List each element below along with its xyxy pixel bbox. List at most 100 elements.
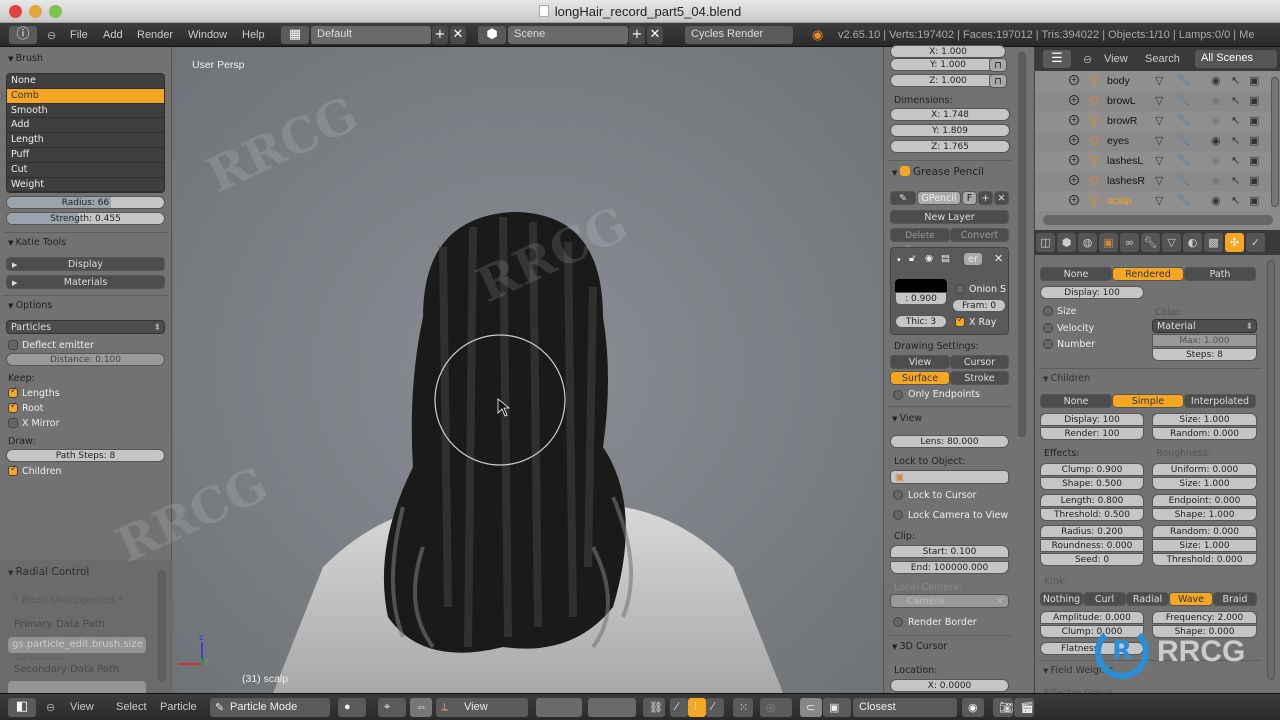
outliner-row-scalp[interactable]: + ▽ scalp ▽ 🔧︎ ◉ ↖ ▣ bbox=[1035, 191, 1271, 211]
expand-icon[interactable]: + bbox=[1069, 195, 1079, 205]
layer-name-field[interactable]: er bbox=[963, 252, 983, 266]
particles-tab-icon[interactable]: ✣ bbox=[1225, 233, 1244, 252]
brush-item-weight[interactable]: Weight bbox=[7, 178, 164, 193]
outliner-row-browR[interactable]: + ▽ browR ▽ 🔧︎ ◉ ↖ ▣ bbox=[1035, 111, 1271, 131]
children-checkbox[interactable] bbox=[8, 464, 18, 476]
info-editor-type-button[interactable]: ⓘ bbox=[9, 26, 37, 44]
distance-slider[interactable]: Distance: 0.100 bbox=[6, 353, 165, 366]
expand-icon[interactable]: + bbox=[1069, 135, 1079, 145]
lock-scale-y-icon[interactable]: ⊓ bbox=[989, 58, 1007, 72]
lengths-checkbox[interactable] bbox=[8, 386, 18, 398]
outliner-item-name[interactable]: browR bbox=[1107, 115, 1137, 127]
random-field[interactable]: Random: 0.000 bbox=[1152, 525, 1257, 538]
properties-scrollbar[interactable] bbox=[1267, 260, 1275, 680]
render-opengl-icon[interactable]: 📷︎ bbox=[993, 698, 1013, 717]
children-render-field[interactable]: Render: 100 bbox=[1040, 427, 1144, 440]
draw-mode-view[interactable]: View bbox=[890, 355, 950, 369]
modifier-icon[interactable]: 🔧︎ bbox=[1177, 114, 1191, 127]
object-tab-icon[interactable]: ▣ bbox=[1099, 233, 1118, 252]
endpoint-shape-field[interactable]: Shape: 1.000 bbox=[1152, 508, 1257, 521]
path-display-slider[interactable]: Display: 100 bbox=[1040, 286, 1144, 299]
renderable-camera-icon[interactable]: ▣ bbox=[1249, 194, 1259, 207]
grease-pencil-header[interactable]: ▼ Grease Pencil bbox=[892, 166, 984, 178]
material-tab-icon[interactable]: ◐ bbox=[1183, 233, 1202, 252]
editor-type-icon[interactable]: ◧ bbox=[8, 698, 36, 717]
outliner-item-name[interactable]: body bbox=[1107, 75, 1130, 87]
renderable-camera-icon[interactable]: ▣ bbox=[1249, 114, 1259, 127]
add-scene-button[interactable]: + bbox=[629, 26, 645, 44]
outliner-item-name[interactable]: lashesL bbox=[1107, 155, 1143, 167]
frequency-field[interactable]: Frequency: 2.000 bbox=[1152, 611, 1257, 624]
number-toggle[interactable] bbox=[1043, 339, 1053, 349]
kink-braid[interactable]: Braid bbox=[1213, 592, 1257, 606]
visibility-eye-icon[interactable]: ◉ bbox=[1211, 194, 1221, 207]
children-random-field[interactable]: Random: 0.000 bbox=[1152, 427, 1257, 440]
screen-layout-field[interactable]: Default bbox=[311, 26, 431, 44]
redo-scrollbar[interactable] bbox=[158, 570, 166, 682]
mesh-data-icon[interactable]: ▽ bbox=[1155, 134, 1163, 147]
outliner-menu-search[interactable]: Search bbox=[1145, 53, 1180, 65]
cursor-x-field[interactable]: X: 0.0000 bbox=[890, 679, 1009, 692]
brush-panel-header[interactable]: Brush bbox=[8, 53, 43, 64]
constraints-tab-icon[interactable]: ∞ bbox=[1120, 233, 1139, 252]
modifier-icon[interactable]: 🔧︎ bbox=[1177, 134, 1191, 147]
outliner-item-name[interactable]: browL bbox=[1107, 95, 1136, 107]
select-point-icon[interactable]: ⁞ bbox=[688, 698, 706, 717]
scene-icon[interactable]: ⬢ bbox=[478, 26, 506, 44]
edit-mode-dropdown[interactable]: Particles bbox=[6, 320, 165, 335]
brush-item-length[interactable]: Length bbox=[7, 133, 164, 148]
visibility-eye-icon[interactable]: ◉ bbox=[1211, 94, 1221, 107]
render-border-toggle[interactable] bbox=[893, 617, 903, 627]
outliner-editor-type-icon[interactable]: ☰ bbox=[1043, 50, 1071, 68]
outliner-row-lashesL[interactable]: + ▽ lashesL ▽ 🔧︎ ◉ ↖ ▣ bbox=[1035, 151, 1271, 171]
lens-slider[interactable]: Lens: 80.000 bbox=[890, 435, 1009, 448]
path-steps-slider[interactable]: Path Steps: 8 bbox=[6, 449, 165, 462]
clump-slider[interactable]: Clump: 0.900 bbox=[1040, 463, 1144, 476]
add-screen-button[interactable]: + bbox=[432, 26, 448, 44]
grease-pencil-checkbox[interactable] bbox=[899, 166, 910, 176]
uniform-field[interactable]: Uniform: 0.000 bbox=[1152, 463, 1257, 476]
render-mode-rendered[interactable]: Rendered bbox=[1112, 267, 1184, 281]
onion-skin-toggle[interactable] bbox=[955, 284, 965, 294]
expand-icon[interactable]: + bbox=[1069, 175, 1079, 185]
scale-x-field[interactable]: X: 1.000 bbox=[890, 45, 1006, 58]
draw-mode-surface[interactable]: Surface bbox=[890, 371, 950, 385]
outliner-item-name[interactable]: scalp bbox=[1107, 195, 1132, 207]
brush-item-none[interactable]: None bbox=[7, 74, 164, 89]
layer-color-swatch[interactable] bbox=[895, 279, 947, 293]
scene-tab-icon[interactable]: ⬢ bbox=[1057, 233, 1076, 252]
physics-tab-icon[interactable]: ✓ bbox=[1246, 233, 1265, 252]
snap-element-dropdown[interactable]: ▣ bbox=[823, 698, 851, 717]
children-panel-header[interactable]: Children bbox=[1043, 373, 1091, 384]
amplitude-field[interactable]: Amplitude: 0.000 bbox=[1040, 611, 1144, 624]
children-mode-simple[interactable]: Simple bbox=[1112, 394, 1184, 408]
menu-select[interactable]: Select bbox=[116, 701, 147, 713]
selectable-arrow-icon[interactable]: ↖ bbox=[1231, 134, 1240, 147]
visibility-eye-icon[interactable]: ◉ bbox=[1211, 114, 1221, 127]
expand-icon[interactable]: + bbox=[1069, 75, 1079, 85]
visibility-eye-icon[interactable]: ◉ bbox=[1211, 74, 1221, 87]
visibility-eye-icon[interactable]: ◉ bbox=[1211, 174, 1221, 187]
expand-icon[interactable]: + bbox=[1069, 155, 1079, 165]
transform-orientation-dropdown[interactable]: ⟂ View bbox=[436, 698, 528, 717]
children-mode-interpolated[interactable]: Interpolated bbox=[1184, 394, 1256, 408]
menu-window[interactable]: Window bbox=[188, 29, 227, 41]
view-panel-header[interactable]: View bbox=[892, 413, 923, 424]
collapse-menu-icon[interactable]: ⊖ bbox=[47, 29, 56, 42]
lock-scale-z-icon[interactable]: ⊓ bbox=[989, 74, 1007, 88]
katie-tools-header[interactable]: Katie Tools bbox=[8, 237, 67, 248]
color-steps-field[interactable]: Steps: 8 bbox=[1152, 348, 1257, 361]
brush-item-cut[interactable]: Cut bbox=[7, 163, 164, 178]
snap-toggle-icon[interactable]: ⊂ bbox=[800, 698, 822, 717]
renderable-camera-icon[interactable]: ▣ bbox=[1249, 154, 1259, 167]
mesh-data-icon[interactable]: ▽ bbox=[1155, 74, 1163, 87]
outliner-row-lashesR[interactable]: + ▽ lashesR ▽ 🔧︎ ◉ ↖ ▣ bbox=[1035, 171, 1271, 191]
visibility-eye-icon[interactable]: ◉ bbox=[1211, 154, 1221, 167]
kink-nothing[interactable]: Nothing bbox=[1040, 592, 1083, 606]
outliner-item-name[interactable]: eyes bbox=[1107, 135, 1129, 147]
n-panel-scrollbar[interactable] bbox=[1018, 52, 1026, 437]
modifiers-tab-icon[interactable]: 🔧︎ bbox=[1141, 233, 1160, 252]
modifier-icon[interactable]: 🔧︎ bbox=[1177, 174, 1191, 187]
3d-viewport[interactable]: User Persp z y (31) scalp RRCG RRCG RRCG bbox=[109, 47, 883, 693]
snap-target-dropdown[interactable]: Closest bbox=[853, 698, 957, 717]
